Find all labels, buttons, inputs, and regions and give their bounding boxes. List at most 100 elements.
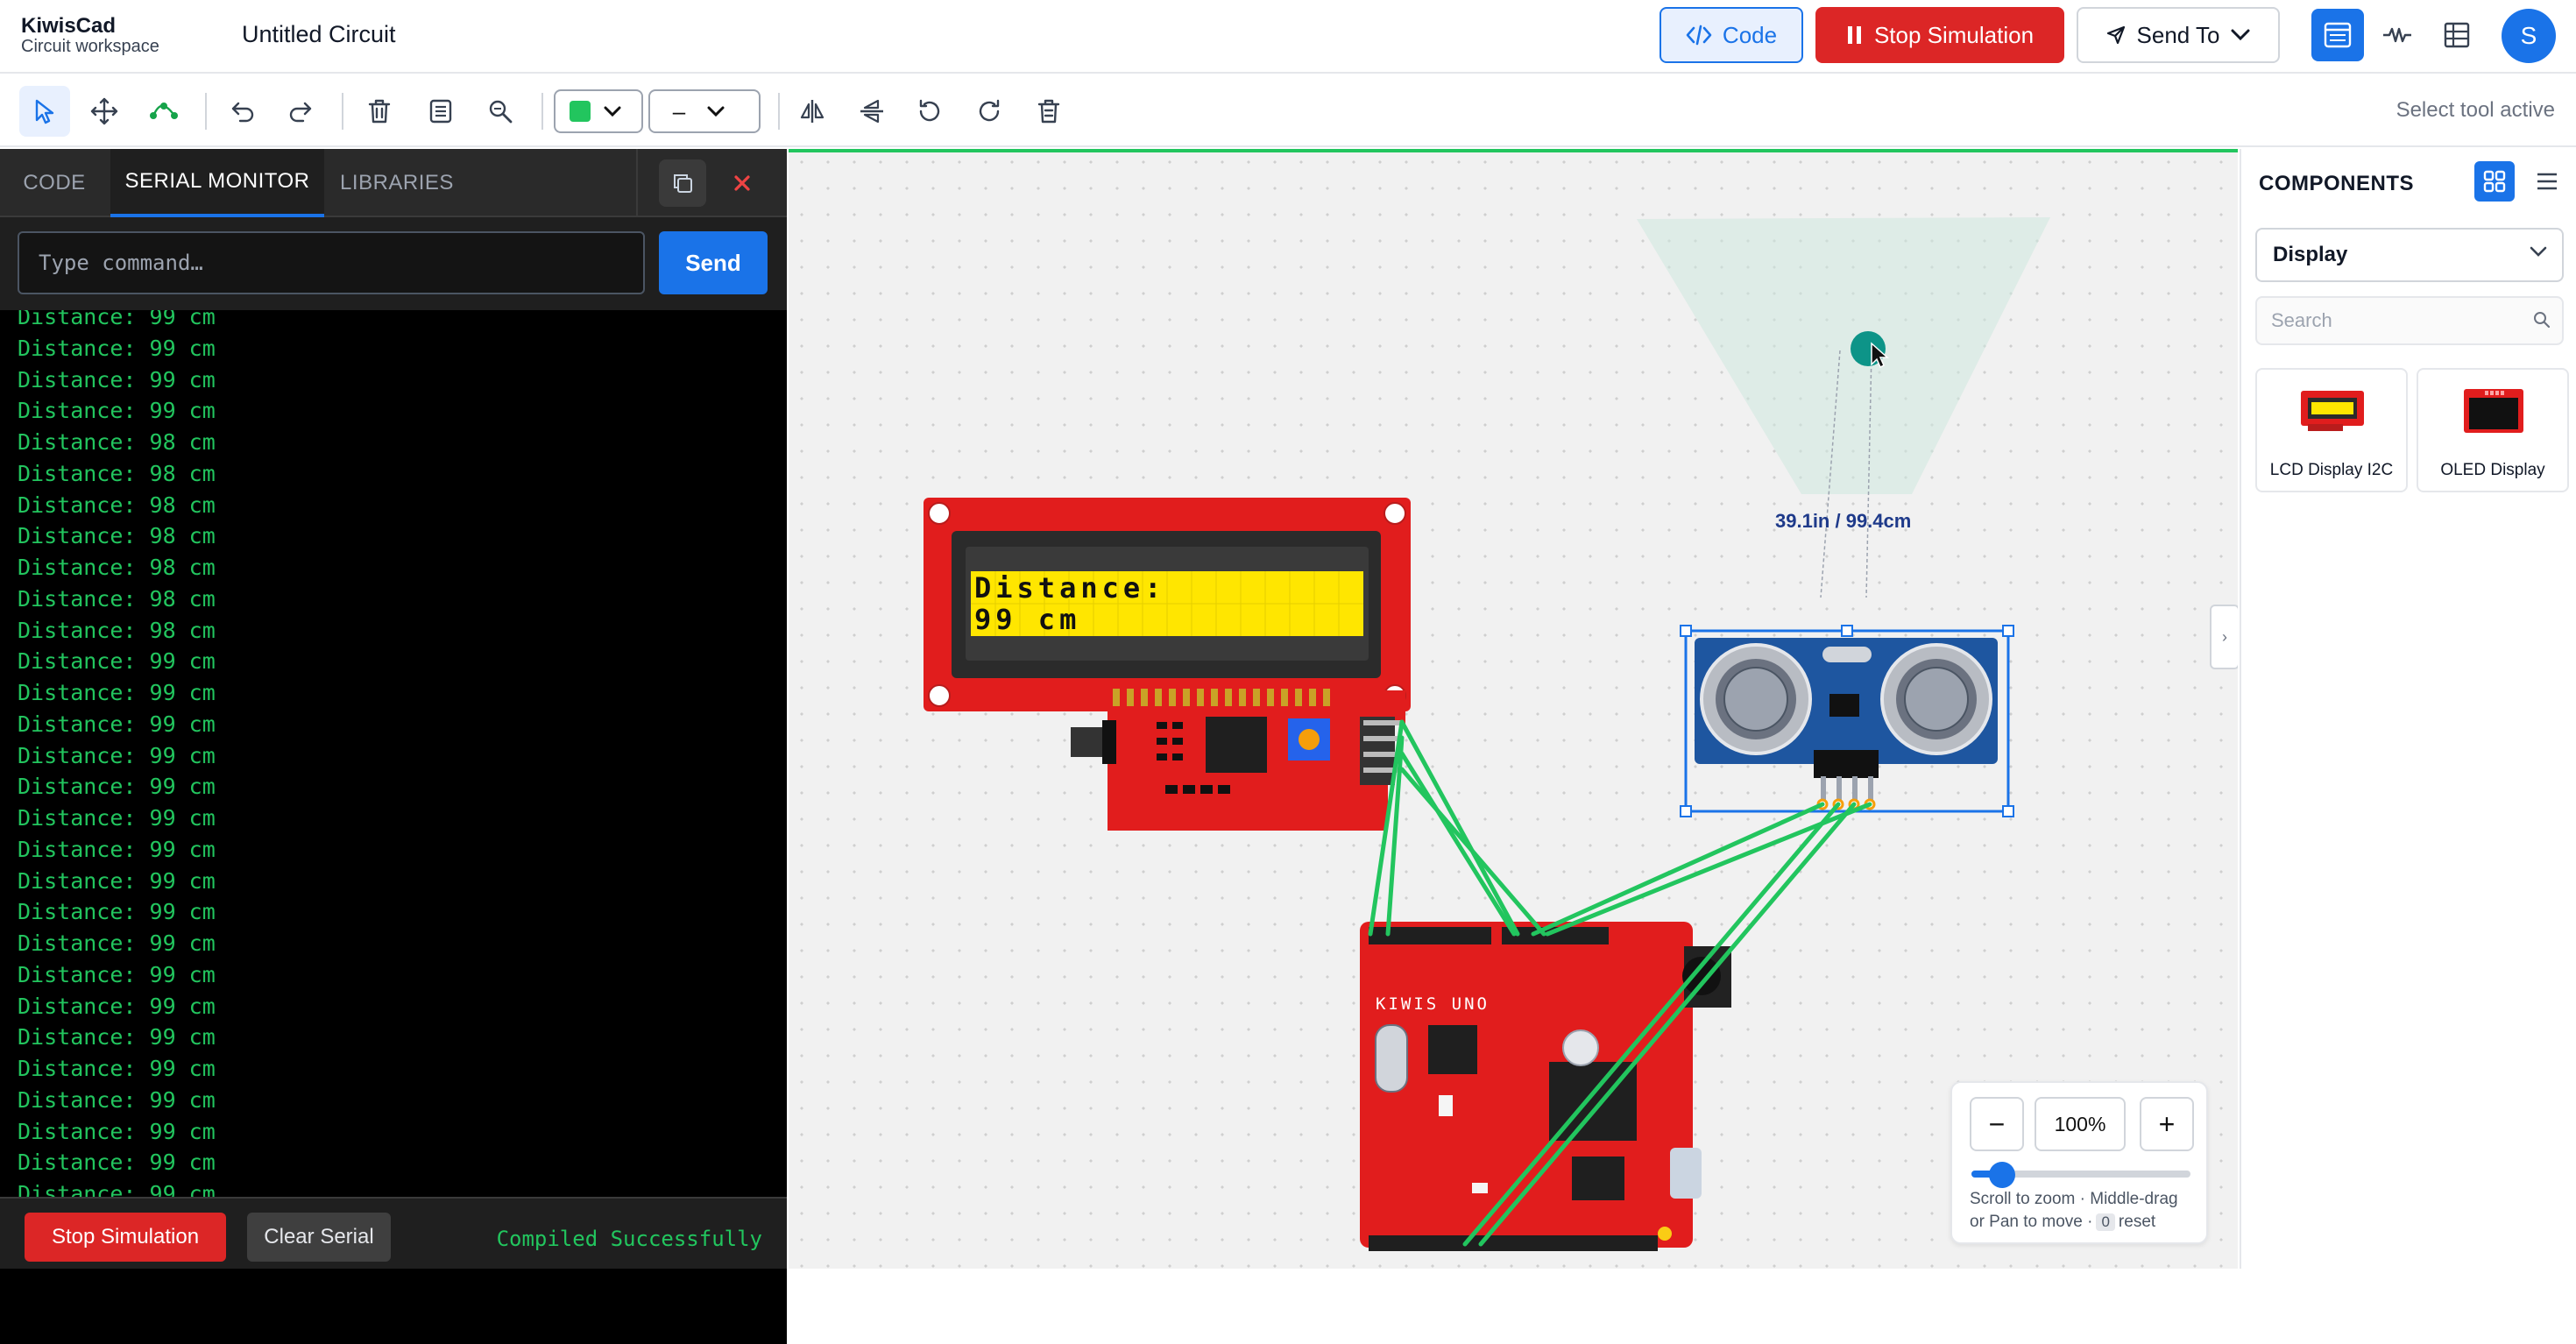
code-button[interactable]: Code <box>1660 7 1803 63</box>
zoom-help-text: Scroll to zoom · Middle-drag <box>1970 1190 2178 1208</box>
line-style-value: – <box>672 97 686 124</box>
wire-lcd-extra <box>1399 719 1520 937</box>
serial-output-lines: Distance: 99 cm Distance: 99 cm Distance: … <box>18 310 216 1241</box>
tab-serial-monitor[interactable]: SERIAL MONITOR <box>110 149 324 217</box>
clear-canvas-button[interactable] <box>1023 86 1074 137</box>
breadboard-view-button[interactable] <box>2311 9 2364 61</box>
lcd-line-1: Distance: <box>974 571 1165 605</box>
flip-horizontal-button[interactable] <box>787 86 838 137</box>
select-tool-button[interactable] <box>19 86 70 137</box>
grid-icon <box>2483 170 2506 193</box>
pause-icon <box>1847 26 1861 44</box>
schematic-view-button[interactable] <box>2371 9 2424 61</box>
zoom-icon <box>489 100 513 124</box>
wire-color-swatch <box>570 101 591 122</box>
serial-line: Distance: 99 cm <box>18 774 216 800</box>
user-avatar[interactable]: S <box>2502 9 2556 63</box>
send-command-button[interactable]: Send <box>659 231 768 294</box>
zoom-slider[interactable] <box>1971 1162 2190 1188</box>
close-panel-button[interactable] <box>718 159 766 207</box>
cursor-icon <box>35 99 54 124</box>
zoom-in-button[interactable]: + <box>2140 1097 2194 1151</box>
lcd-display-module[interactable]: Distance: 99 cm <box>924 498 1411 831</box>
code-icon <box>1686 25 1712 46</box>
components-title: COMPONENTS <box>2259 172 2415 195</box>
serial-line: Distance: 98 cm <box>18 555 216 580</box>
wire-icon <box>150 103 178 119</box>
serial-line: Distance: 99 cm <box>18 836 216 862</box>
serial-line: Distance: 99 cm <box>18 366 216 393</box>
oled-display-thumbnail <box>2464 389 2523 433</box>
serial-line: Distance: 99 cm <box>18 993 216 1019</box>
chevron-down-icon <box>604 106 621 117</box>
distance-readout: 39.1in / 99.4cm <box>1775 510 1912 532</box>
notes-button[interactable] <box>415 86 466 137</box>
serial-line: Distance: 99 cm <box>18 742 216 768</box>
zoom-level[interactable]: 100% <box>2035 1097 2126 1151</box>
tab-code[interactable]: CODE <box>0 149 109 217</box>
wire-color-dropdown[interactable] <box>554 89 643 133</box>
tab-libraries[interactable]: LIBRARIES <box>326 149 468 217</box>
left-panel: CODE SERIAL MONITOR LIBRARIES Send Dista… <box>0 149 787 1344</box>
wire-lcd-vcc <box>1399 751 1517 937</box>
undo-icon <box>231 102 254 123</box>
tool-status: Select tool active <box>2396 98 2555 122</box>
delete-button[interactable] <box>354 86 405 137</box>
send-to-label: Send To <box>2136 21 2220 48</box>
toolbar-divider <box>778 93 780 130</box>
serial-command-input[interactable] <box>18 231 645 294</box>
serial-line: Distance: 99 cm <box>18 961 216 987</box>
wire-tool-button[interactable] <box>138 86 189 137</box>
component-card-lcd-i2c[interactable]: LCD Display I2C <box>2255 368 2408 492</box>
copy-output-button[interactable] <box>659 159 706 207</box>
serial-line: Distance: 99 cm <box>18 398 216 424</box>
copy-icon <box>674 174 692 193</box>
wire-sensor-vcc <box>1531 802 1825 937</box>
rotate-left-button[interactable] <box>904 86 955 137</box>
panel-tabs: CODE SERIAL MONITOR LIBRARIES <box>0 149 787 217</box>
flip-vertical-button[interactable] <box>846 86 897 137</box>
serial-line: Distance: 98 cm <box>18 617 216 643</box>
lcd-display-thumbnail <box>2301 391 2364 431</box>
chevron-down-icon <box>707 106 725 117</box>
category-select[interactable]: Display <box>2255 228 2564 282</box>
component-card-oled[interactable]: OLED Display <box>2417 368 2569 492</box>
zoom-out-button[interactable]: − <box>1970 1097 2024 1151</box>
bom-view-button[interactable] <box>2431 9 2483 61</box>
redo-button[interactable] <box>275 86 326 137</box>
ultrasonic-sensor[interactable] <box>1680 625 2014 817</box>
zoom-help-pan: or Pan to move · <box>1970 1213 2093 1231</box>
clear-serial-button[interactable]: Clear Serial <box>247 1213 391 1262</box>
arduino-uno-board[interactable]: KIWIS UNO <box>1360 922 1731 1251</box>
send-to-button[interactable]: Send To <box>2077 7 2280 63</box>
tab-divider <box>636 149 638 217</box>
zoom-slider-thumb[interactable] <box>1989 1162 2015 1188</box>
line-style-dropdown[interactable]: – <box>648 89 761 133</box>
list-icon <box>2537 173 2557 190</box>
redo-icon <box>289 102 312 123</box>
zoom-help-text-2: or Pan to move · 0 reset <box>1970 1213 2155 1232</box>
toolbar-divider <box>205 93 207 130</box>
circuit-title[interactable]: Untitled Circuit <box>242 21 396 48</box>
stop-simulation-button[interactable]: Stop Simulation <box>1815 7 2064 63</box>
layout-icon <box>2324 22 2352 48</box>
sensor-detection-cone <box>1637 217 2050 494</box>
stop-simulation-bottom-button[interactable]: Stop Simulation <box>25 1213 226 1262</box>
list-view-button[interactable] <box>2527 161 2567 202</box>
zoom-to-fit-button[interactable] <box>475 86 526 137</box>
undo-button[interactable] <box>217 86 268 137</box>
component-search-input[interactable] <box>2255 296 2564 345</box>
document-icon <box>429 99 452 124</box>
grid-view-button[interactable] <box>2474 161 2515 202</box>
toolbar-divider <box>541 93 543 130</box>
table-icon <box>2444 22 2470 48</box>
collapse-panel-handle[interactable]: › <box>2210 605 2238 669</box>
rotate-right-button[interactable] <box>964 86 1015 137</box>
serial-output[interactable]: Distance: 99 cm Distance: 99 cm Distance: … <box>0 310 787 1344</box>
serial-line: Distance: 99 cm <box>18 899 216 925</box>
lcd-line-2: 99 cm <box>974 603 1080 636</box>
move-tool-button[interactable] <box>79 86 130 137</box>
chevron-down-icon <box>2231 29 2250 41</box>
serial-line: Distance: 99 cm <box>18 1024 216 1050</box>
zoom-help-reset: reset <box>2118 1213 2156 1231</box>
